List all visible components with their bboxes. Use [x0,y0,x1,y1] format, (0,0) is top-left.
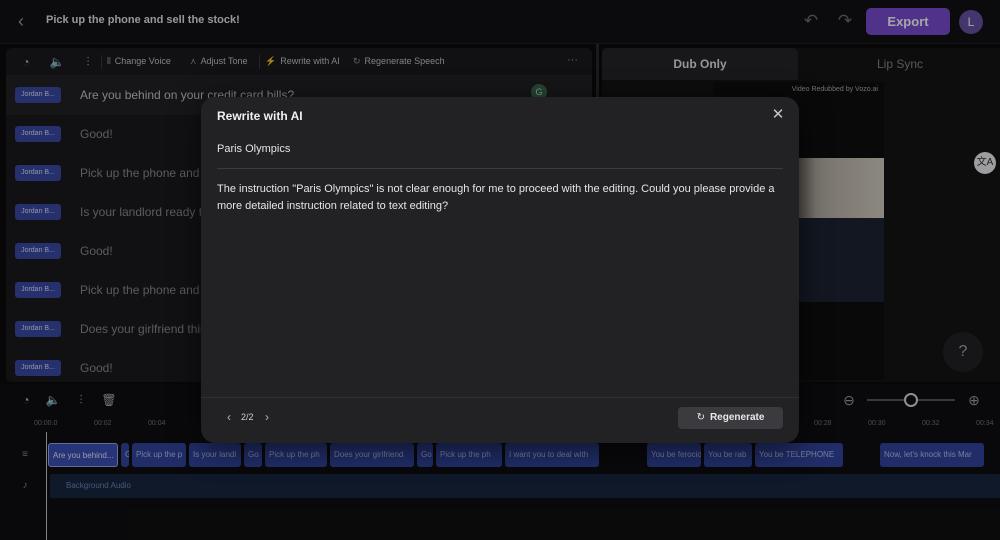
result-page-count: 2/2 [241,412,254,422]
refresh-icon: ↻ [696,412,705,423]
regenerate-label: Regenerate [709,412,765,423]
ai-instruction-text: Paris Olympics [217,143,291,155]
rewrite-ai-dialog: Rewrite with AI ✕ Paris Olympics The ins… [201,97,799,443]
dialog-divider [217,168,783,169]
regenerate-button[interactable]: ↻ Regenerate [678,407,783,429]
dialog-title: Rewrite with AI [217,109,303,123]
close-icon[interactable]: ✕ [770,107,786,123]
dialog-footer-divider [201,397,799,398]
chevron-left-icon[interactable]: ‹ [223,410,235,424]
ai-response-text: The instruction "Paris Olympics" is not … [217,183,775,212]
chevron-right-icon[interactable]: › [261,410,273,424]
